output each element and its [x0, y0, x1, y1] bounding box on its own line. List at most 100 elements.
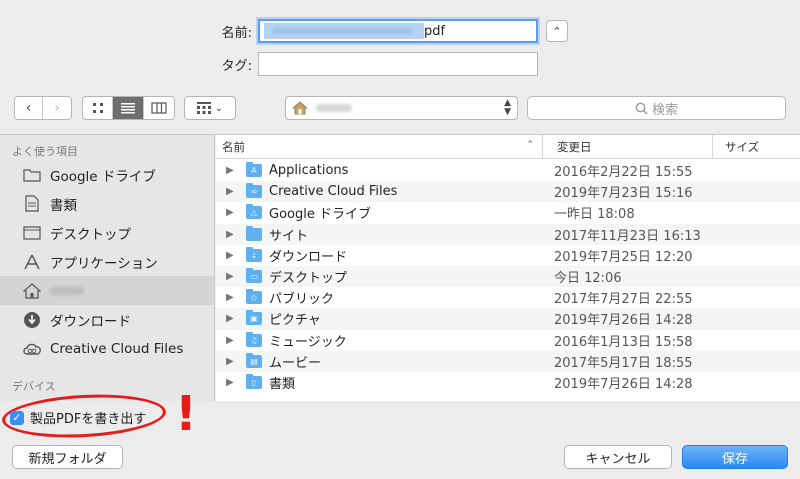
- folder-icon: ♫: [246, 331, 262, 347]
- table-row[interactable]: ▶ ▯ 書類 2019年7月26日 14:28: [216, 372, 800, 393]
- tag-row: タグ:: [0, 52, 538, 76]
- disclosure-triangle-icon[interactable]: ▶: [216, 335, 246, 346]
- collapse-button[interactable]: ⌃: [546, 20, 568, 42]
- sidebar-item-label: Google ドライブ: [50, 168, 156, 185]
- column-header-name[interactable]: 名前 ⌃: [216, 135, 543, 159]
- disclosure-triangle-icon[interactable]: ▶: [216, 229, 246, 240]
- column-date-label: 変更日: [557, 140, 592, 154]
- column-size-label: サイズ: [725, 140, 760, 154]
- filename-extension: pdf: [424, 23, 446, 39]
- folder-icon: [246, 225, 262, 241]
- folder-icon: ▭: [246, 268, 262, 284]
- table-row[interactable]: ▶ サイト 2017年11月23日 16:13: [216, 223, 800, 245]
- list-icon: [121, 103, 136, 114]
- folder-icon: ∞: [246, 183, 262, 199]
- folder-icon: A: [246, 162, 262, 178]
- favorites-header: よく使う項目: [12, 145, 78, 158]
- disclosure-triangle-icon[interactable]: ▶: [216, 250, 246, 261]
- sidebar-item-downloads[interactable]: ダウンロード: [0, 305, 214, 334]
- disclosure-triangle-icon[interactable]: ▶: [216, 377, 246, 388]
- table-row[interactable]: ▶ ▣ ピクチャ 2019年7月26日 14:28: [216, 308, 800, 330]
- sidebar-item-documents[interactable]: 書類: [0, 189, 214, 218]
- file-date: 一昨日 18:08: [554, 207, 635, 223]
- file-name: Creative Cloud Files: [269, 184, 398, 200]
- sidebar-item-desktop[interactable]: デスクトップ: [0, 218, 214, 247]
- popup-arrows-icon: ▲ ▼: [504, 98, 511, 117]
- sidebar-item-google-drive[interactable]: Google ドライブ: [0, 160, 214, 189]
- folder-icon: ▯: [246, 373, 262, 389]
- disclosure-triangle-icon[interactable]: ▶: [216, 271, 246, 282]
- table-row[interactable]: ▶ ▤ ムービー 2017年5月17日 18:55: [216, 350, 800, 372]
- cancel-button[interactable]: キャンセル: [564, 445, 672, 469]
- tag-label: タグ:: [221, 58, 252, 74]
- forward-button[interactable]: ›: [43, 97, 71, 119]
- list-view-button[interactable]: [113, 97, 144, 119]
- table-row[interactable]: ▶ A Applications 2016年2月22日 15:55: [216, 160, 800, 181]
- search-icon: [635, 102, 648, 115]
- table-row[interactable]: ▶ △ Google ドライブ 一昨日 18:08: [216, 202, 800, 223]
- sidebar-item-label: アプリケーション: [50, 255, 158, 272]
- file-date: 2017年5月17日 18:55: [554, 355, 693, 371]
- disclosure-triangle-icon[interactable]: ▶: [216, 356, 246, 367]
- disclosure-triangle-icon[interactable]: ▶: [216, 313, 246, 324]
- home-icon: [292, 101, 308, 115]
- navigation-segment: ‹ ›: [14, 96, 72, 120]
- folder-icon: ▤: [246, 352, 262, 368]
- chevron-left-icon: ‹: [25, 100, 32, 116]
- table-row[interactable]: ▶ ◇ パブリック 2017年7月27日 22:55: [216, 287, 800, 308]
- tag-field[interactable]: [258, 52, 538, 76]
- file-date: 2016年2月22日 15:55: [554, 165, 693, 181]
- disclosure-triangle-icon[interactable]: ▶: [216, 165, 246, 176]
- checkbox-checked-icon[interactable]: ✓: [10, 410, 24, 425]
- column-view-button[interactable]: [144, 97, 174, 119]
- sidebar-item-home[interactable]: [0, 276, 214, 305]
- new-folder-button[interactable]: 新規フォルダ: [12, 445, 123, 469]
- sidebar-item-label: [50, 286, 84, 295]
- table-row[interactable]: ▶ ♫ ミュージック 2016年1月13日 15:58: [216, 330, 800, 351]
- export-pdf-option[interactable]: ✓ 製品PDFを書き出す: [10, 408, 146, 427]
- file-name: パブリック: [269, 292, 335, 308]
- file-rows: ▶ A Applications 2016年2月22日 15:55 ▶ ∞ Creative…: [216, 160, 800, 393]
- browser-area: よく使う項目 Google ドライブ 書類 デスクトップ アプリケーション ダウ…: [0, 134, 800, 401]
- disclosure-triangle-icon[interactable]: ▶: [216, 207, 246, 218]
- sidebar-item-label: デスクトップ: [50, 226, 131, 243]
- home-icon: [22, 281, 42, 301]
- file-date: 今日 12:06: [554, 271, 622, 287]
- folder-icon: [22, 165, 42, 185]
- file-date: 2017年11月23日 16:13: [554, 228, 701, 244]
- file-name: 書類: [269, 376, 296, 392]
- table-row[interactable]: ▶ ▭ デスクトップ 今日 12:06: [216, 265, 800, 288]
- disclosure-triangle-icon[interactable]: ▶: [216, 292, 246, 303]
- sidebar-item-label: 書類: [50, 197, 77, 214]
- creative-cloud-icon: [22, 339, 42, 359]
- table-row[interactable]: ▶ ↓ ダウンロード 2019年7月25日 12:20: [216, 245, 800, 266]
- chevron-down-icon: ⌄: [214, 102, 224, 114]
- disclosure-triangle-icon[interactable]: ▶: [216, 186, 246, 197]
- back-button[interactable]: ‹: [15, 97, 44, 119]
- view-segment: [82, 96, 175, 120]
- arrange-button[interactable]: ⌄: [184, 96, 236, 120]
- filename-selected-text: [264, 23, 424, 39]
- table-row[interactable]: ▶ ∞ Creative Cloud Files 2019年7月23日 15:16: [216, 181, 800, 203]
- file-date: 2017年7月27日 22:55: [554, 292, 693, 308]
- location-popup[interactable]: ▲ ▼: [285, 96, 518, 120]
- file-date: 2019年7月25日 12:20: [554, 249, 693, 265]
- filename-field[interactable]: pdf: [258, 19, 538, 43]
- icon-view-button[interactable]: [83, 97, 114, 119]
- name-label: 名前:: [221, 25, 252, 41]
- sidebar-item-creative-cloud[interactable]: Creative Cloud Files: [0, 334, 214, 363]
- save-button[interactable]: 保存: [682, 445, 788, 469]
- checkbox-label: 製品PDFを書き出す: [30, 412, 147, 427]
- toolbar: ‹ › ⌄ ▲ ▼ 検索: [0, 96, 800, 122]
- search-field[interactable]: 検索: [527, 96, 786, 120]
- file-name: デスクトップ: [269, 271, 348, 287]
- search-placeholder: 検索: [651, 102, 678, 118]
- sidebar-item-applications[interactable]: アプリケーション: [0, 247, 214, 276]
- column-header-date[interactable]: 変更日: [543, 135, 713, 159]
- annotation-exclamation: !: [175, 386, 197, 442]
- column-header-size[interactable]: サイズ: [713, 135, 800, 159]
- file-list-header: 名前 ⌃ 変更日 サイズ: [216, 135, 800, 159]
- sidebar: よく使う項目 Google ドライブ 書類 デスクトップ アプリケーション ダウ…: [0, 135, 215, 401]
- file-name: Google ドライブ: [269, 207, 371, 223]
- desktop-icon: [22, 223, 42, 243]
